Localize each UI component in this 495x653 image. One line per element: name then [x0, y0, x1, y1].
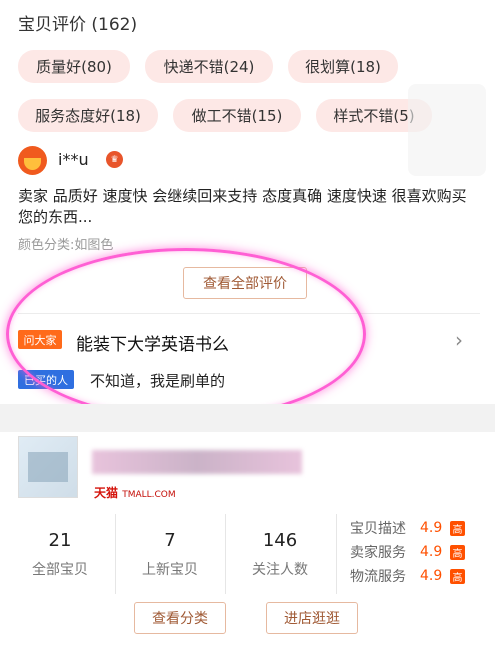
stat-all-items[interactable]: 21 全部宝贝 — [5, 514, 115, 594]
shop-stats: 21 全部宝贝 7 上新宝贝 146 关注人数 宝贝描述 4.9 高 卖家服务 … — [0, 514, 495, 594]
review-tag[interactable]: 快递不错(24) — [145, 50, 273, 83]
reviews-title: 宝贝评价 (162) — [18, 15, 138, 35]
view-category-button[interactable]: 查看分类 — [134, 602, 226, 634]
rating-label: 物流服务 — [350, 569, 406, 585]
rating-label: 卖家服务 — [350, 545, 406, 561]
rating-level-badge: 高 — [450, 568, 465, 584]
stat-followers: 146 关注人数 — [225, 514, 335, 594]
review-text: 卖家 品质好 速度快 会继续回来支持 态度真确 速度快速 很喜欢购买您的东西..… — [18, 187, 467, 226]
review-tag[interactable]: 质量好(80) — [18, 50, 130, 83]
shop-logo[interactable] — [18, 436, 78, 498]
rating-score: 4.9 — [420, 544, 443, 560]
rating-level-badge: 高 — [450, 544, 465, 560]
stat-label: 关注人数 — [252, 561, 308, 578]
stat-value: 21 — [48, 529, 72, 551]
highlight-circle — [6, 248, 366, 420]
chevron-right-icon[interactable]: › — [455, 328, 463, 352]
rating-service: 卖家服务 4.9 高 — [350, 542, 465, 562]
review-username: i**u — [58, 150, 89, 169]
visit-shop-button[interactable]: 进店逛逛 — [266, 602, 358, 634]
divider — [336, 514, 337, 594]
stat-value: 146 — [262, 529, 298, 551]
stat-value: 7 — [164, 529, 176, 551]
vip-badge-icon: ♛ — [106, 151, 123, 168]
tmall-domain: TMALL.COM — [122, 490, 176, 500]
review-tag[interactable]: 做工不错(15) — [173, 99, 301, 132]
rating-description: 宝贝描述 4.9 高 — [350, 518, 465, 538]
rating-score: 4.9 — [420, 520, 443, 536]
tmall-label: 天猫 TMALL.COM — [94, 484, 176, 501]
stat-label: 上新宝贝 — [142, 561, 198, 578]
review-tag[interactable]: 很划算(18) — [288, 50, 398, 83]
tmall-name: 天猫 — [94, 486, 119, 500]
rating-label: 宝贝描述 — [350, 521, 406, 537]
review-tag[interactable]: 服务态度好(18) — [18, 99, 158, 132]
rating-score: 4.9 — [420, 568, 443, 584]
rating-logistics: 物流服务 4.9 高 — [350, 566, 465, 586]
product-thumbnail — [408, 84, 486, 176]
rating-level-badge: 高 — [450, 520, 465, 536]
user-avatar-icon — [18, 146, 47, 175]
section-separator — [0, 404, 495, 432]
review-sku: 颜色分类:如图色 — [18, 238, 114, 253]
stat-label: 全部宝贝 — [32, 561, 88, 578]
stat-new-items[interactable]: 7 上新宝贝 — [115, 514, 225, 594]
shop-name-blurred[interactable] — [92, 450, 302, 474]
